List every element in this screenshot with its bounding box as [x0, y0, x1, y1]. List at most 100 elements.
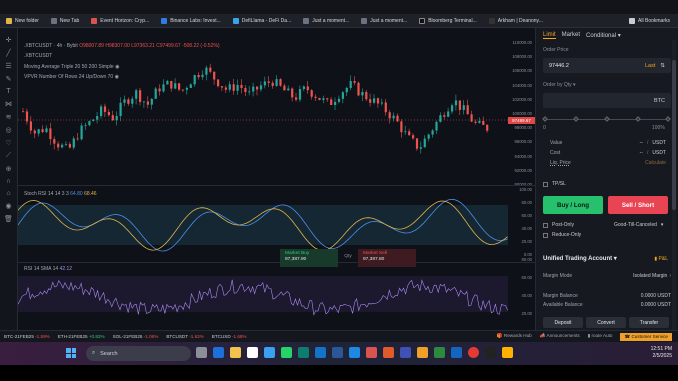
calculate-link[interactable]: Calculate [645, 160, 666, 166]
app-icon[interactable] [485, 347, 496, 358]
app-icon[interactable] [247, 347, 258, 358]
eye-icon[interactable]: ◉ [5, 202, 11, 210]
panel-scroll-thumb[interactable] [672, 60, 676, 210]
transfer-button[interactable]: Transfer [629, 317, 669, 328]
market-buy-button[interactable]: Market Buy 97,387.90 [280, 249, 338, 267]
rewards-hub-link[interactable]: 🎁 Rewards Hub [497, 333, 532, 341]
account-title[interactable]: Unified Trading Account ▾ [543, 255, 617, 262]
announcements-link[interactable]: 📣 Announcements [540, 333, 580, 341]
buy-long-button[interactable]: Buy / Long [543, 196, 603, 214]
candle-body [439, 115, 442, 122]
last-price-button[interactable]: Last [645, 63, 655, 69]
bookmark-3[interactable]: Binance Labs: Invest... [155, 17, 227, 24]
chart-legend-main: .XBTCUSDT · 4h · Bybit O98007.89 H98307.… [24, 43, 220, 49]
edge-icon[interactable] [298, 347, 309, 358]
app-icon[interactable] [502, 347, 513, 358]
ticker-item[interactable]: SOL-21FEB25 -1.06% [113, 334, 159, 339]
qty-input[interactable]: BTC [543, 93, 671, 108]
app-icon[interactable] [451, 347, 462, 358]
convert-button[interactable]: Convert [586, 317, 626, 328]
app-icon[interactable] [417, 347, 428, 358]
ticker-bar: BTC-21FEB25 -1.59% ETH-21FEB25 +0.82% SO… [0, 330, 678, 342]
app-icon[interactable] [281, 347, 292, 358]
chart-area[interactable]: .XBTCUSDT · 4h · Bybit O98007.89 H98307.… [18, 28, 535, 330]
deposit-button[interactable]: Deposit [543, 317, 583, 328]
trend-line-icon[interactable]: ╱ [6, 49, 10, 57]
eye-icon[interactable]: ◉ [115, 74, 119, 80]
reduce-only-checkbox[interactable]: Reduce-Only [543, 232, 581, 238]
crosshair-icon[interactable]: ✛ [6, 36, 12, 44]
slider-mark[interactable] [635, 116, 641, 122]
app-icon[interactable] [264, 347, 275, 358]
tpsl-checkbox[interactable]: TP/SL [543, 181, 566, 187]
pattern-icon[interactable]: ⋈ [5, 100, 12, 108]
slider-mark[interactable] [665, 116, 671, 122]
shapes-icon[interactable]: ◎ [5, 126, 11, 134]
ticker-item[interactable]: BTCUSDT -1.63% [166, 334, 203, 339]
qty-slider[interactable] [542, 116, 671, 124]
pane-divider[interactable] [18, 262, 535, 263]
all-bookmarks[interactable]: All Bookmarks [623, 17, 678, 24]
post-only-checkbox[interactable]: Post-Only [543, 222, 574, 228]
task-view-icon[interactable] [196, 347, 207, 358]
eye-icon[interactable]: ◉ [115, 64, 119, 70]
bookmark-6[interactable]: Just a moment... [355, 17, 413, 24]
windows-start-icon[interactable] [66, 348, 76, 358]
file-explorer-icon[interactable] [230, 347, 241, 358]
bookmark-7[interactable]: Bloomberg Terminal... [413, 17, 483, 24]
word-icon[interactable] [332, 347, 343, 358]
app-icon[interactable] [349, 347, 360, 358]
ticker-item[interactable]: BTCUSD -1.68% [212, 334, 247, 339]
quick-trade-box: Market Buy 97,387.90 Qty Market Sell 97,38… [280, 249, 440, 267]
ticker-item[interactable]: BTC-21FEB25 -1.59% [4, 334, 50, 339]
bookmark-4[interactable]: DefiLlama - DeFi Da... [227, 17, 297, 24]
system-clock[interactable]: 12:51 PM 2/5/2025 [651, 346, 672, 360]
bookmark-1[interactable]: New Tab [45, 17, 85, 24]
pane-divider[interactable] [18, 185, 535, 186]
app-icon[interactable] [383, 347, 394, 358]
app-icon[interactable] [434, 347, 445, 358]
favorite-icon[interactable]: ♡ [5, 139, 11, 147]
bookmark-8[interactable]: Arkham | Deanony... [483, 17, 549, 24]
pnl-link[interactable]: ▮ P&L [654, 256, 668, 262]
app-icon[interactable] [400, 347, 411, 358]
candle-body [291, 88, 294, 98]
ruler-icon[interactable]: ⟋ [6, 152, 11, 160]
route-select[interactable]: ▮ route Auto [588, 333, 613, 341]
slider-handle[interactable] [542, 116, 548, 122]
swap-icon[interactable]: ⇅ [660, 63, 665, 69]
indicator-vpvr[interactable]: VPVR Number Of Rows 24 Up/Down 70 ◉ [24, 74, 119, 80]
qty-mode-label[interactable]: Order by Qty ▾ [543, 82, 576, 88]
slider-mark[interactable] [573, 116, 579, 122]
slider-mark[interactable] [604, 116, 610, 122]
tab-conditional[interactable]: Conditional ▾ [586, 32, 621, 39]
qty-field[interactable]: Qty [338, 249, 358, 267]
text-icon[interactable]: T [6, 88, 10, 95]
tab-market[interactable]: Market [562, 32, 580, 39]
horizontal-line-icon[interactable]: ☰ [5, 62, 11, 70]
indicator-ma[interactable]: Moving Average Triple 20 50 200 Simple ◉ [24, 64, 119, 70]
taskbar-search[interactable]: ⌕ Search [86, 346, 191, 361]
magnet-icon[interactable]: ∩ [6, 178, 11, 185]
bookmark-2[interactable]: Event Horizon: Cryp... [85, 17, 155, 24]
price-axis[interactable]: 110000.00 108000.00 106000.00 104000.00 1020… [508, 28, 535, 330]
customer-service-button[interactable]: ☎ Customer Service [620, 332, 672, 341]
bookmark-5[interactable]: Just a moment... [297, 17, 355, 24]
tab-limit[interactable]: Limit [543, 32, 556, 39]
margin-mode-row[interactable]: Margin Mode Isolated Margin › [543, 273, 671, 279]
market-sell-button[interactable]: Market Sell 97,387.80 [358, 249, 416, 267]
app-icon[interactable] [315, 347, 326, 358]
trash-icon[interactable]: 🗑 [4, 215, 13, 223]
lock-icon[interactable]: ⌂ [6, 190, 10, 197]
order-price-input[interactable]: 97446.2 Last ⇅ [543, 58, 671, 73]
sell-short-button[interactable]: Sell / Short [608, 196, 668, 214]
ticker-item[interactable]: ETH-21FEB25 +0.82% [58, 334, 105, 339]
pen-icon[interactable]: ✎ [6, 75, 12, 83]
chrome-icon[interactable] [468, 347, 479, 358]
fib-icon[interactable]: ≋ [6, 113, 12, 121]
zoom-icon[interactable]: ⊕ [6, 165, 12, 173]
tif-select[interactable]: Good-Till-Canceled ▾ [614, 222, 663, 228]
bookmark-0[interactable]: New folder [0, 17, 45, 24]
app-icon[interactable] [213, 347, 224, 358]
app-icon[interactable] [366, 347, 377, 358]
